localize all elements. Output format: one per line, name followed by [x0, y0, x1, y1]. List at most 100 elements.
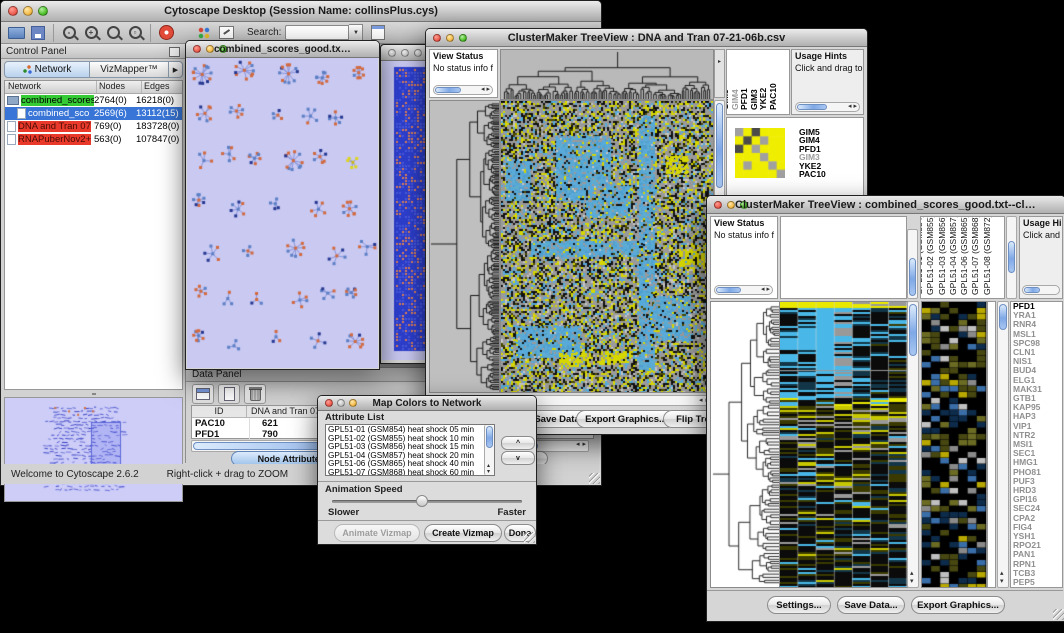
- close-icon[interactable]: [8, 6, 18, 16]
- column-label[interactable]: YKE2: [758, 88, 768, 110]
- close-icon[interactable]: [193, 45, 201, 53]
- gene-label[interactable]: FIG4: [1011, 523, 1062, 532]
- column-label[interactable]: GIM4: [730, 89, 740, 110]
- scroll-left-icon[interactable]: ◂: [761, 286, 765, 294]
- export-graphics-button[interactable]: Export Graphics...: [911, 596, 1005, 614]
- select-attributes-button[interactable]: [192, 384, 214, 404]
- global-view-canvas[interactable]: [429, 100, 500, 393]
- gene-label[interactable]: GIM5: [799, 128, 826, 136]
- scroll-left-icon[interactable]: ◂: [848, 103, 852, 111]
- gene-label[interactable]: PFD1: [799, 145, 826, 153]
- gene-label[interactable]: GPI16: [1011, 495, 1062, 504]
- gene-label[interactable]: NTR2: [1011, 431, 1062, 440]
- scroll-left-icon[interactable]: ◂: [576, 441, 580, 449]
- gene-label[interactable]: GIM3: [799, 153, 826, 161]
- open-session-button[interactable]: [7, 24, 25, 42]
- column-label[interactable]: GPL51-03 (GSM856): [937, 216, 947, 295]
- gene-label[interactable]: MSL1: [1011, 330, 1062, 339]
- scroll-right-icon[interactable]: ▸: [853, 103, 857, 111]
- minimize-icon[interactable]: [727, 201, 735, 209]
- close-icon[interactable]: [433, 34, 441, 42]
- minimize-icon[interactable]: [401, 49, 409, 57]
- delete-attribute-button[interactable]: [244, 384, 266, 404]
- gene-label[interactable]: GIM4: [799, 136, 826, 144]
- scroll-down-icon[interactable]: ▾: [910, 578, 914, 586]
- gene-label[interactable]: HMG1: [1011, 458, 1062, 467]
- resize-grip[interactable]: [524, 532, 535, 543]
- selected-matrix-canvas[interactable]: [735, 128, 785, 178]
- search-config-button[interactable]: [369, 24, 387, 42]
- treeview-dna-titlebar[interactable]: ClusterMaker TreeView : DNA and Tran 07-…: [426, 29, 867, 47]
- gene-label[interactable]: YRA1: [1011, 311, 1062, 320]
- heatmap-vscrollbar[interactable]: ▴▾: [907, 301, 919, 588]
- new-attribute-button[interactable]: [218, 384, 240, 404]
- gene-label[interactable]: YKE2: [799, 162, 826, 170]
- scroll-left-icon[interactable]: ◂: [699, 397, 703, 405]
- minimize-icon[interactable]: [206, 45, 214, 53]
- tab-overflow-button[interactable]: ▶: [169, 61, 183, 78]
- treeview-combined-titlebar[interactable]: ClusterMaker TreeView : combined_scores_…: [707, 196, 1064, 214]
- attribute-item[interactable]: GPL51-07 (GSM868) heat shock 60 min: [328, 469, 483, 476]
- attribute-vscrollbar[interactable]: ▴▾: [484, 425, 494, 475]
- column-label[interactable]: GPL51-08 (GSM872): [982, 216, 992, 295]
- close-icon[interactable]: [388, 49, 396, 57]
- zoom-selected-button[interactable]: [104, 24, 122, 42]
- gene-label[interactable]: PAC10: [799, 170, 826, 178]
- scroll-right-icon[interactable]: ▸: [486, 86, 490, 94]
- gene-label[interactable]: MSI1: [1011, 440, 1062, 449]
- minimize-icon[interactable]: [337, 399, 345, 407]
- usage-hscrollbar[interactable]: [1022, 285, 1060, 295]
- float-panel-icon[interactable]: [169, 47, 180, 57]
- attribute-item[interactable]: GPL51-01 (GSM854) heat shock 05 min: [328, 426, 483, 435]
- gene-label[interactable]: CPA2: [1011, 514, 1062, 523]
- table-cell[interactable]: PAC10: [192, 418, 250, 429]
- save-data-button[interactable]: Save Data...: [837, 596, 905, 614]
- attribute-listbox[interactable]: GPL51-01 (GSM854) heat shock 05 minGPL51…: [325, 424, 495, 476]
- main-titlebar[interactable]: Cytoscape Desktop (Session Name: collins…: [1, 1, 601, 22]
- annotation-button[interactable]: [217, 24, 235, 42]
- gene-label[interactable]: PFD1: [1011, 302, 1062, 311]
- gene-label[interactable]: TCB3: [1011, 569, 1062, 578]
- gene-label[interactable]: VIP1: [1011, 422, 1062, 431]
- scroll-right-icon[interactable]: ▸: [766, 286, 770, 294]
- status-hscrollbar[interactable]: ◂▸: [714, 285, 773, 295]
- column-label[interactable]: GPL51-04 (GSM857): [948, 216, 958, 295]
- resize-grip[interactable]: [589, 473, 600, 484]
- network-window-titlebar[interactable]: combined_scores_good.txt--cluste...: [186, 41, 379, 58]
- scroll-left-icon[interactable]: ◂: [481, 86, 485, 94]
- zoom-in-button[interactable]: +: [82, 24, 100, 42]
- network-row[interactable]: DNA and Tran 07 769(0) 183728(0): [5, 120, 182, 133]
- column-label[interactable]: GPL51-07 (GSM868): [970, 216, 980, 295]
- gene-label[interactable]: YSH1: [1011, 532, 1062, 541]
- panel-divider[interactable]: [4, 391, 183, 396]
- search-input[interactable]: [285, 25, 349, 40]
- heatmap-canvas[interactable]: [500, 100, 714, 393]
- tab-vizmapper[interactable]: VizMapper™: [90, 61, 169, 78]
- column-header-id[interactable]: ID: [192, 406, 247, 417]
- search-dropdown-button[interactable]: ▼: [349, 24, 363, 41]
- table-cell[interactable]: PFD1: [192, 429, 250, 440]
- plugins-button[interactable]: [195, 24, 213, 42]
- zoom-out-button[interactable]: -: [60, 24, 78, 42]
- network-row[interactable]: combined_scores_ 2764(0) 16218(0): [5, 94, 182, 107]
- column-label[interactable]: GPL51-01 (GSM854): [920, 216, 924, 295]
- resize-grip[interactable]: [1053, 609, 1064, 620]
- attribute-item[interactable]: GPL51-02 (GSM855) heat shock 10 min: [328, 435, 483, 444]
- gene-label[interactable]: GTB1: [1011, 394, 1062, 403]
- scroll-up-icon[interactable]: ▴: [910, 570, 914, 578]
- gene-label[interactable]: PUF3: [1011, 477, 1062, 486]
- labels-vscrollbar[interactable]: [1006, 216, 1017, 299]
- gene-label[interactable]: RPN1: [1011, 560, 1062, 569]
- status-hscrollbar[interactable]: ◂▸: [433, 85, 493, 95]
- help-button[interactable]: [157, 24, 175, 42]
- column-label[interactable]: GIM3: [749, 89, 759, 110]
- top-vscrollbar[interactable]: [907, 229, 918, 299]
- column-label[interactable]: GPL51-06 (GSM865): [959, 216, 969, 295]
- gene-label[interactable]: NIS1: [1011, 357, 1062, 366]
- zoom-heatmap-canvas[interactable]: [921, 301, 987, 588]
- network-overview[interactable]: [4, 397, 183, 502]
- network-row[interactable]: RNAPuberNov2+ 563(0) 107847(0): [5, 133, 182, 146]
- scroll-down-icon[interactable]: ▾: [487, 469, 490, 475]
- gene-label[interactable]: PEP5: [1011, 578, 1062, 587]
- row-dendrogram-canvas[interactable]: [710, 301, 780, 588]
